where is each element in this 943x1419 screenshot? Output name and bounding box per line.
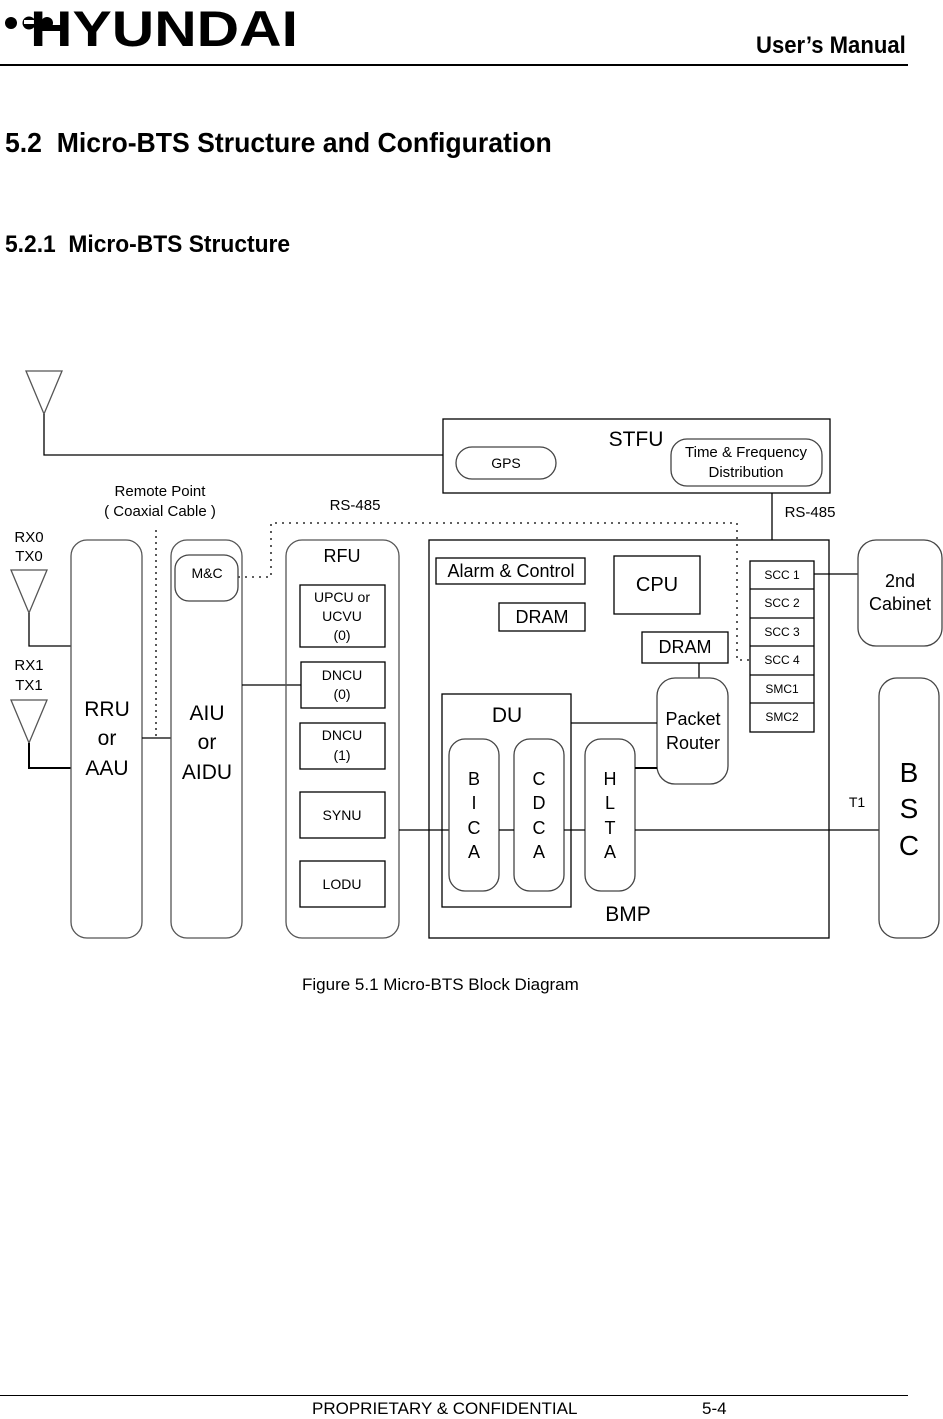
bica-letter: A (468, 842, 480, 862)
hlta-box (584, 738, 636, 892)
upcu-line3: (0) (333, 627, 350, 643)
antenna-0-icon (10, 569, 48, 615)
port-scc3: SCC 3 (764, 625, 800, 639)
second-cabinet-line1: 2nd (885, 571, 915, 591)
bica-letter: C (468, 818, 481, 838)
dncu0-line2: (0) (333, 686, 350, 702)
cdca-box (513, 738, 565, 892)
hlta-letter: A (604, 842, 616, 862)
antenna-1-line (28, 743, 71, 769)
gps-antenna-line (43, 414, 443, 456)
tx0-label: TX0 (15, 548, 43, 565)
upcu-line1: UPCU or (314, 589, 370, 605)
upcu-line2: UCVU (322, 608, 362, 624)
rs485-left-label: RS-485 (330, 497, 381, 514)
rfu-title: RFU (324, 546, 361, 566)
cdca-letter: C (533, 769, 546, 789)
second-cabinet-line2: Cabinet (869, 594, 931, 614)
rx0-label: RX0 (14, 529, 43, 546)
tfd-label-line1: Time & Frequency (685, 444, 807, 461)
coaxial-cable-label: ( Coaxial Cable ) (104, 503, 216, 520)
mc-label: M&C (191, 565, 222, 581)
dncu1-line1: DNCU (322, 727, 362, 743)
bsc-letter: S (900, 793, 919, 824)
cdca-letter: C (533, 818, 546, 838)
port-scc1: SCC 1 (764, 568, 800, 582)
antenna-0-line (28, 613, 71, 647)
rx1-label: RX1 (14, 657, 43, 674)
aidu-label: AIDU (182, 761, 232, 784)
lodu-label: LODU (323, 876, 362, 892)
stfu-title: STFU (609, 428, 664, 451)
port-smc2: SMC2 (765, 710, 799, 724)
antenna-1-icon (10, 699, 48, 745)
du-title: DU (492, 704, 522, 727)
packet-router-line1: Packet (665, 709, 720, 729)
bica-letter: B (468, 769, 480, 789)
dncu1-line2: (1) (333, 747, 350, 763)
port-scc2: SCC 2 (764, 596, 800, 610)
alarm-control-label: Alarm & Control (447, 561, 574, 581)
cdca-letter: A (533, 842, 545, 862)
packet-router-line2: Router (666, 733, 720, 753)
cdca-letter: D (533, 793, 546, 813)
footer-confidential: PROPRIETARY & CONFIDENTIAL (312, 1399, 578, 1418)
remote-point-label: Remote Point (115, 483, 207, 500)
gps-antenna-icon (25, 370, 63, 416)
page-number: 5-4 (702, 1399, 727, 1418)
aiu-or-label: or (198, 731, 217, 754)
bsc-letter: B (900, 757, 919, 788)
figure-caption: Figure 5.1 Micro-BTS Block Diagram (302, 975, 579, 994)
hlta-letter: H (604, 769, 617, 789)
cpu-label: CPU (636, 574, 678, 596)
aiu-label: AIU (189, 702, 224, 725)
dram1-label: DRAM (516, 607, 569, 627)
bmp-title: BMP (605, 903, 651, 926)
rru-label: RRU (84, 698, 130, 721)
hlta-letter: L (605, 793, 615, 813)
port-smc1: SMC1 (765, 682, 799, 696)
synu-label: SYNU (323, 807, 362, 823)
aau-label: AAU (85, 757, 128, 780)
rru-or-label: or (98, 727, 117, 750)
rs485-right-label: RS-485 (785, 504, 836, 521)
t1-label: T1 (849, 794, 866, 810)
bica-letter: I (471, 793, 476, 813)
gps-label: GPS (491, 455, 521, 471)
footer-divider (0, 1395, 908, 1396)
dram2-label: DRAM (659, 637, 712, 657)
bica-box (448, 738, 500, 892)
port-scc4: SCC 4 (764, 653, 800, 667)
micro-bts-block-diagram: Remote Point ( Coaxial Cable ) RS-485 RS… (10, 370, 943, 939)
tx1-label: TX1 (15, 677, 43, 694)
tfd-label-line2: Distribution (708, 464, 783, 481)
bsc-letter: C (899, 830, 919, 861)
second-cabinet-box (857, 539, 943, 647)
packet-router-box (656, 677, 729, 785)
dncu0-line1: DNCU (322, 667, 362, 683)
hlta-letter: T (605, 818, 616, 838)
